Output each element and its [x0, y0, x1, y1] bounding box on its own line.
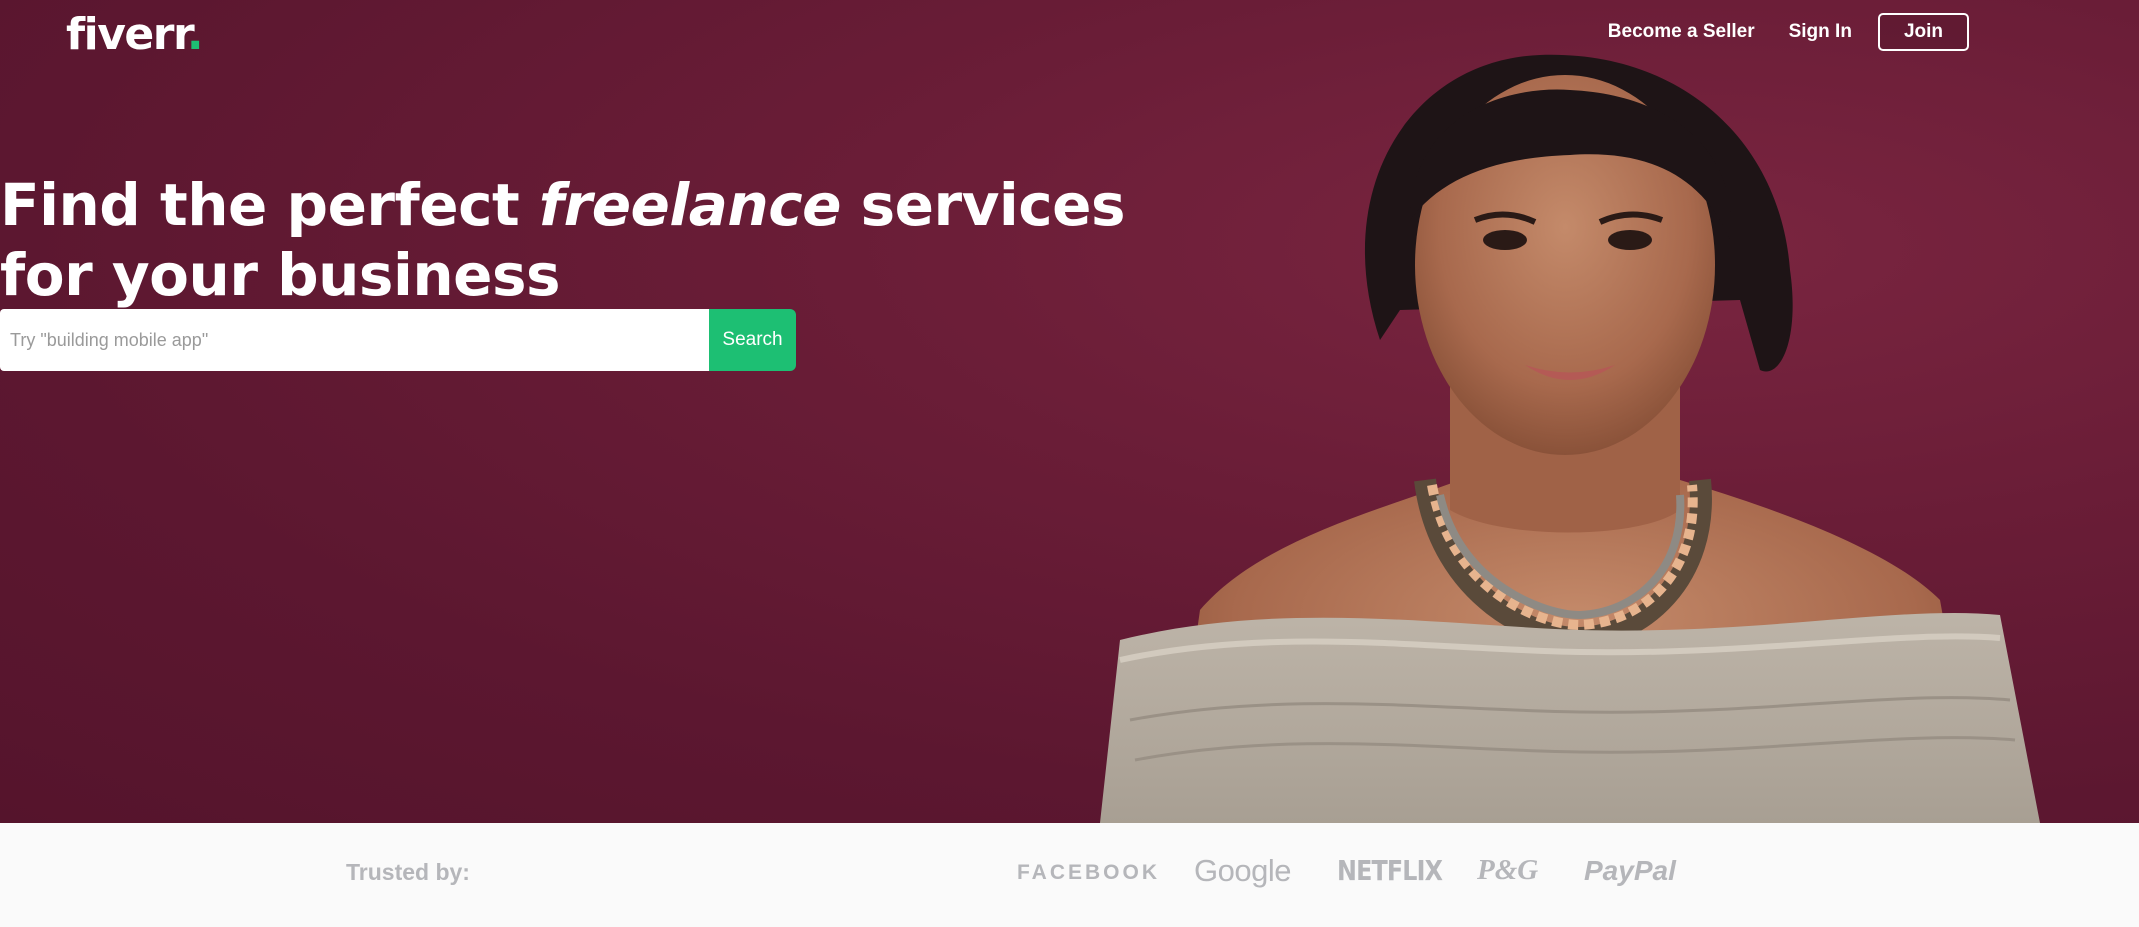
hero-headline: Find the perfect freelance services for y…	[0, 170, 1126, 310]
paypal-logo: PayPal	[1584, 855, 1676, 886]
trusted-by-label: Trusted by:	[346, 859, 470, 885]
headline-italic: freelance	[538, 171, 842, 239]
search-button[interactable]: Search	[709, 309, 796, 371]
google-logo: Google	[1194, 853, 1291, 888]
fiverr-logo[interactable]: fiverr.	[66, 6, 204, 64]
headline-line2: for your business	[0, 241, 561, 309]
hero-portrait-image	[1100, 54, 2040, 823]
pg-logo: P&G	[1477, 854, 1539, 886]
logo-text: fiverr	[66, 9, 188, 60]
search-bar: Search	[0, 309, 796, 371]
facebook-logo: FACEBOOK	[1017, 861, 1161, 884]
logo-dot: .	[186, 9, 204, 60]
netflix-logo: NETFLIX	[1337, 854, 1443, 887]
hero-section: fiverr. Become a Seller Sign In Join Fin…	[0, 0, 2139, 823]
headline-part1: Find the perfect	[0, 171, 539, 239]
search-input[interactable]	[0, 309, 709, 371]
trusted-by-bar: Trusted by: FACEBOOK Google NETFLIX P&G …	[0, 823, 2139, 927]
